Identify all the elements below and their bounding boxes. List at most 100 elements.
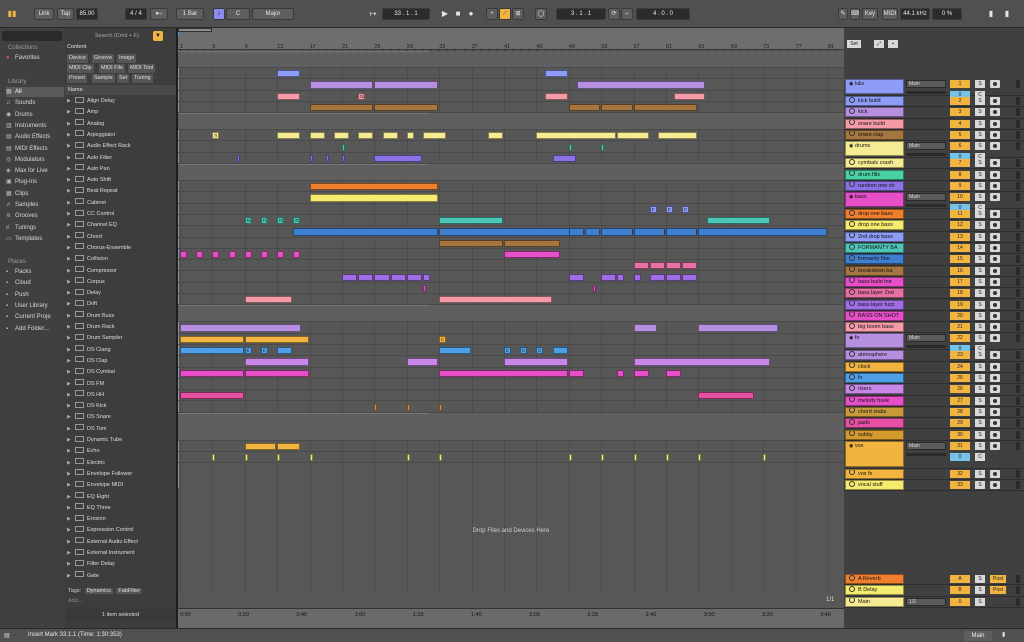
solo-button[interactable]: S — [975, 597, 985, 606]
track-play-icon[interactable] — [849, 130, 855, 137]
clip[interactable]: c — [261, 347, 269, 355]
clip[interactable] — [576, 81, 706, 89]
clip[interactable] — [601, 143, 605, 151]
track-header[interactable]: melody hook 27 S — [844, 395, 1024, 407]
track-header[interactable]: breakdown ba 16 S — [844, 265, 1024, 277]
filter-icon[interactable]: ▼ — [153, 31, 163, 41]
link-button[interactable]: Link — [34, 8, 54, 20]
track-lane[interactable] — [178, 260, 844, 272]
expand-icon[interactable]: ▶ — [67, 469, 75, 480]
clip[interactable] — [374, 273, 390, 281]
clip[interactable] — [504, 250, 560, 259]
time-ruler[interactable]: 0:00 0:20 0:40 1:00 1:20 1:40 2:00 2:20 2:40 3:00… — [178, 608, 844, 628]
browser-item[interactable]: ▶ Envelope Follower — [67, 469, 173, 480]
clip[interactable] — [633, 324, 657, 332]
track-lane[interactable] — [178, 390, 844, 402]
solo-button[interactable]: S — [975, 396, 985, 405]
track-lane[interactable] — [178, 164, 844, 182]
track-header[interactable]: clock 24 S — [844, 361, 1024, 373]
browser-item[interactable]: ▶ Amp — [67, 107, 173, 118]
arm-icon[interactable] — [990, 170, 1000, 179]
return-play-icon[interactable] — [849, 575, 855, 581]
browser-item[interactable]: ▶ Corpus — [67, 277, 173, 288]
expand-icon[interactable]: ▶ — [67, 107, 75, 118]
track-header[interactable]: snare clap 5 S — [844, 129, 1024, 142]
clip[interactable] — [309, 81, 374, 89]
track-activator[interactable]: 15 — [950, 255, 970, 264]
track-name[interactable]: snare build — [845, 118, 904, 129]
track-play-icon[interactable] — [849, 419, 855, 425]
track-name[interactable]: breakdown ba — [845, 265, 904, 276]
library-item-clips[interactable]: ▦ Clips — [6, 189, 64, 199]
clip[interactable]: n2 — [244, 217, 252, 225]
track-lane[interactable] — [178, 192, 844, 204]
post-button[interactable]: Post — [990, 586, 1006, 595]
track-header[interactable]: vocal stuff 33 S — [844, 480, 1024, 492]
scale-mode-icon[interactable]: ♪ — [213, 8, 225, 20]
places-item-packs[interactable]: ▪ Packs — [6, 267, 64, 277]
track-lane[interactable] — [178, 68, 844, 80]
expand-icon[interactable]: ▶ — [67, 367, 75, 378]
track-activator[interactable]: 13 — [950, 232, 970, 241]
browser-item[interactable]: ▶ Beat Repeat — [67, 186, 173, 197]
clip[interactable] — [236, 154, 240, 163]
return-track[interactable]: B Delay B S Post — [844, 585, 1024, 597]
stop-icon[interactable]: ■ — [453, 8, 463, 20]
clip[interactable] — [487, 132, 503, 140]
clip[interactable] — [180, 335, 244, 343]
track-play-icon[interactable] — [849, 481, 855, 487]
expand-icon[interactable]: ▶ — [67, 480, 75, 491]
favorites-item[interactable]: ● Favorites — [6, 53, 64, 63]
track-name[interactable]: vocal stuff — [845, 480, 904, 491]
track-name[interactable]: clock — [845, 361, 904, 372]
browser-item[interactable]: ▶ Echo — [67, 446, 173, 457]
expand-icon[interactable]: ▶ — [67, 537, 75, 548]
expand-icon[interactable]: ▶ — [67, 412, 75, 423]
solo-button[interactable]: S — [975, 575, 985, 583]
clip[interactable]: n2 — [261, 217, 269, 225]
track-header[interactable]: big boom bass 21 S — [844, 322, 1024, 334]
clip[interactable] — [309, 132, 325, 140]
return-track[interactable]: Main 1/2 0 S — [844, 596, 1024, 608]
clip[interactable] — [277, 250, 285, 259]
expand-icon[interactable]: ▶ — [67, 322, 75, 333]
solo-button[interactable]: S — [975, 351, 985, 360]
clip[interactable] — [423, 273, 431, 281]
arm-icon[interactable] — [990, 311, 1000, 320]
track-header[interactable]: BASS ON SHOT 20 S — [844, 310, 1024, 323]
arm-icon[interactable] — [990, 441, 1000, 450]
arm-icon[interactable] — [990, 142, 1000, 151]
track-lane[interactable]: ccc — [178, 204, 844, 215]
track-activator[interactable]: 18 — [950, 289, 970, 298]
arm-icon[interactable] — [990, 419, 1000, 428]
track-lane[interactable]: ccccc — [178, 345, 844, 357]
clip[interactable]: c — [504, 347, 512, 355]
track-header[interactable]: ◉ drums Main 6 S 0 C — [844, 141, 1024, 162]
arm-icon[interactable] — [990, 362, 1000, 371]
clip[interactable]: n — [763, 454, 767, 462]
browser-item[interactable]: ▶ Drum Buss — [67, 311, 173, 322]
expand-icon[interactable]: ▶ — [67, 243, 75, 254]
clip[interactable] — [568, 454, 572, 462]
track-header[interactable]: random one sh 9 S — [844, 180, 1024, 193]
solo-button[interactable]: S — [975, 481, 985, 490]
track-name[interactable]: cymbals crash — [845, 158, 904, 169]
browser-item[interactable]: ▶ Expression Control — [67, 525, 173, 536]
library-item-drums[interactable]: ◉ Drums — [6, 110, 64, 120]
track-play-icon[interactable] — [849, 277, 855, 284]
track-output-select[interactable]: Main — [906, 334, 946, 343]
crossfade-button[interactable]: C — [975, 452, 985, 461]
track-header[interactable]: drum fills 8 S — [844, 169, 1024, 181]
clip[interactable] — [568, 103, 601, 112]
browser-item[interactable]: ▶ EQ Eight — [67, 492, 173, 503]
post-button[interactable]: Post — [990, 575, 1006, 583]
filter-sample[interactable]: Sample — [92, 74, 115, 83]
track-header[interactable]: subby 30 S — [844, 429, 1024, 441]
track-name[interactable]: bass layer 2nd — [845, 288, 904, 299]
clip[interactable] — [342, 143, 346, 151]
clip[interactable] — [196, 250, 204, 259]
track-name[interactable]: fx — [845, 373, 904, 383]
clip[interactable] — [439, 239, 503, 247]
track-activator[interactable]: 25 — [950, 374, 970, 382]
arm-icon[interactable] — [990, 323, 1000, 332]
